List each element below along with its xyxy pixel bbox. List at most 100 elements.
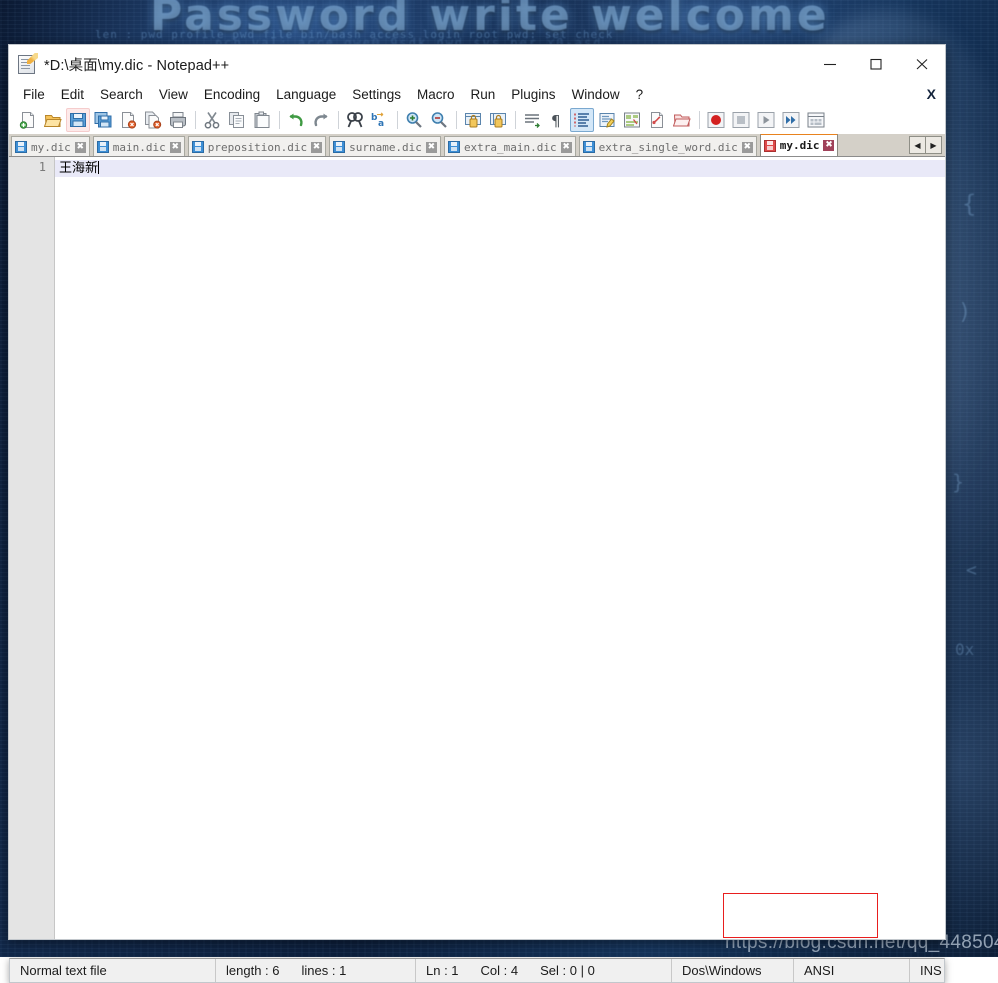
zoom-out-icon[interactable]: [427, 108, 451, 132]
menu-item-search[interactable]: Search: [92, 85, 151, 104]
menu-bar: File Edit Search View Encoding Language …: [9, 83, 945, 106]
title-bar: *D:\桌面\my.dic - Notepad++: [9, 45, 945, 83]
tab-extra-single-word-dic[interactable]: extra_single_word.dic ✖: [578, 136, 757, 156]
menu-item-help[interactable]: ?: [628, 85, 652, 104]
save-all-icon[interactable]: [91, 108, 115, 132]
status-sel: Sel : 0 | 0: [540, 963, 595, 978]
show-indent-guide-icon[interactable]: [570, 107, 594, 132]
tab-label: my.dic: [779, 139, 820, 152]
tab-label: preposition.dic: [207, 140, 308, 154]
tab-surname-dic[interactable]: surname.dic ✖: [329, 136, 441, 156]
tab-extra-main-dic[interactable]: extra_main.dic ✖: [443, 136, 576, 156]
save-state-icon: [96, 141, 109, 153]
tab-label: extra_main.dic: [463, 140, 557, 154]
tab-close-icon[interactable]: ✖: [74, 141, 86, 153]
zoom-in-icon[interactable]: [402, 108, 426, 132]
line-number-gutter: 1: [9, 157, 55, 939]
paste-icon[interactable]: [250, 108, 274, 132]
tab-close-icon[interactable]: ✖: [560, 141, 572, 153]
folder-as-workspace-icon[interactable]: [670, 108, 694, 132]
tab-scroll-controls: ◀ ▶: [909, 136, 942, 154]
toolbar-separator: [195, 110, 196, 129]
record-macro-icon[interactable]: [704, 108, 728, 132]
save-state-icon: [447, 141, 460, 153]
tab-close-icon[interactable]: ✖: [741, 141, 753, 153]
svg-text:b: b: [371, 113, 378, 123]
tab-label: my.dic: [31, 140, 71, 154]
toolbar-separator: [279, 110, 280, 129]
menu-item-settings[interactable]: Settings: [344, 85, 409, 104]
new-file-icon[interactable]: [16, 108, 40, 132]
function-list-icon[interactable]: [645, 108, 669, 132]
stop-recording-macro-icon[interactable]: [729, 108, 753, 132]
toolbar-separator: [397, 110, 398, 129]
close-all-files-icon[interactable]: [141, 108, 165, 132]
tab-my-dic-1[interactable]: my.dic ✖: [11, 136, 90, 156]
menu-item-run[interactable]: Run: [463, 85, 504, 104]
sync-vertical-scrolling-icon[interactable]: [461, 108, 485, 132]
tab-scroll-left-button[interactable]: ◀: [909, 136, 926, 154]
menu-item-window[interactable]: Window: [564, 85, 628, 104]
sync-horizontal-scrolling-icon[interactable]: [486, 108, 510, 132]
line-number: 1: [38, 160, 46, 174]
copy-icon[interactable]: [225, 108, 249, 132]
window-controls: [807, 45, 945, 83]
maximize-button[interactable]: [853, 45, 899, 83]
menu-item-file[interactable]: File: [15, 85, 53, 104]
save-state-icon: [15, 141, 27, 153]
save-state-icon: [191, 141, 204, 153]
save-file-icon[interactable]: [66, 107, 90, 132]
toolbar-separator: [338, 110, 339, 129]
close-document-button[interactable]: X: [927, 86, 936, 102]
word-wrap-icon[interactable]: [520, 108, 544, 132]
menu-item-view[interactable]: View: [151, 85, 196, 104]
menu-item-plugins[interactable]: Plugins: [503, 85, 563, 104]
undo-icon[interactable]: [284, 108, 308, 132]
show-all-characters-icon[interactable]: ¶: [545, 108, 569, 132]
print-icon[interactable]: [166, 108, 190, 132]
close-file-icon[interactable]: [116, 108, 140, 132]
code-text-area[interactable]: 王海新: [55, 157, 945, 939]
play-macro-icon[interactable]: [754, 108, 778, 132]
wallpaper-glyph-hex: 0x: [955, 640, 975, 659]
find-icon[interactable]: [343, 108, 367, 132]
wallpaper-glyph-brace-open: {: [962, 190, 977, 218]
tab-close-icon[interactable]: ✖: [311, 141, 323, 153]
status-eol-format[interactable]: Dos\Windows: [672, 959, 794, 982]
minimize-button[interactable]: [807, 45, 853, 83]
tab-scroll-right-button[interactable]: ▶: [926, 136, 942, 154]
status-lines: lines : 1: [301, 963, 347, 978]
tab-close-icon[interactable]: ✖: [823, 140, 835, 151]
menu-item-language[interactable]: Language: [268, 85, 344, 104]
redo-icon[interactable]: [309, 108, 333, 132]
menu-item-edit[interactable]: Edit: [53, 85, 92, 104]
status-length: length : 6: [226, 963, 280, 978]
close-button[interactable]: [899, 45, 945, 83]
tab-preposition-dic[interactable]: preposition.dic ✖: [187, 136, 327, 156]
window-title: *D:\桌面\my.dic - Notepad++: [44, 57, 230, 74]
tab-label: main.dic: [112, 140, 166, 154]
user-defined-language-icon[interactable]: [595, 108, 619, 132]
save-current-macro-icon[interactable]: [804, 108, 828, 132]
code-line-text: 王海新: [59, 161, 99, 176]
status-length-lines: length : 6 lines : 1: [216, 959, 416, 982]
notepad-document-pencil-icon: [17, 53, 38, 74]
tab-main-dic[interactable]: main.dic ✖: [92, 136, 185, 156]
cut-icon[interactable]: [200, 108, 224, 132]
code-line-1[interactable]: 王海新: [55, 160, 945, 177]
tab-my-dic-active[interactable]: my.dic ✖: [759, 134, 839, 156]
menu-item-macro[interactable]: Macro: [409, 85, 463, 104]
menu-item-encoding[interactable]: Encoding: [196, 85, 268, 104]
editor-area[interactable]: 1 王海新: [9, 156, 945, 939]
document-map-icon[interactable]: [620, 108, 644, 132]
tab-close-icon[interactable]: ✖: [169, 141, 181, 153]
status-encoding[interactable]: ANSI: [794, 959, 910, 982]
save-state-icon: [582, 141, 595, 153]
open-file-icon[interactable]: [41, 108, 65, 132]
status-insert-mode[interactable]: INS: [910, 959, 944, 982]
status-col: Col : 4: [480, 963, 519, 978]
tab-close-icon[interactable]: ✖: [425, 141, 437, 153]
document-tab-bar: my.dic ✖ main.dic ✖ preposition.dic ✖ su…: [9, 134, 945, 156]
replace-icon[interactable]: b a: [368, 108, 392, 132]
run-macro-multiple-times-icon[interactable]: [779, 108, 803, 132]
